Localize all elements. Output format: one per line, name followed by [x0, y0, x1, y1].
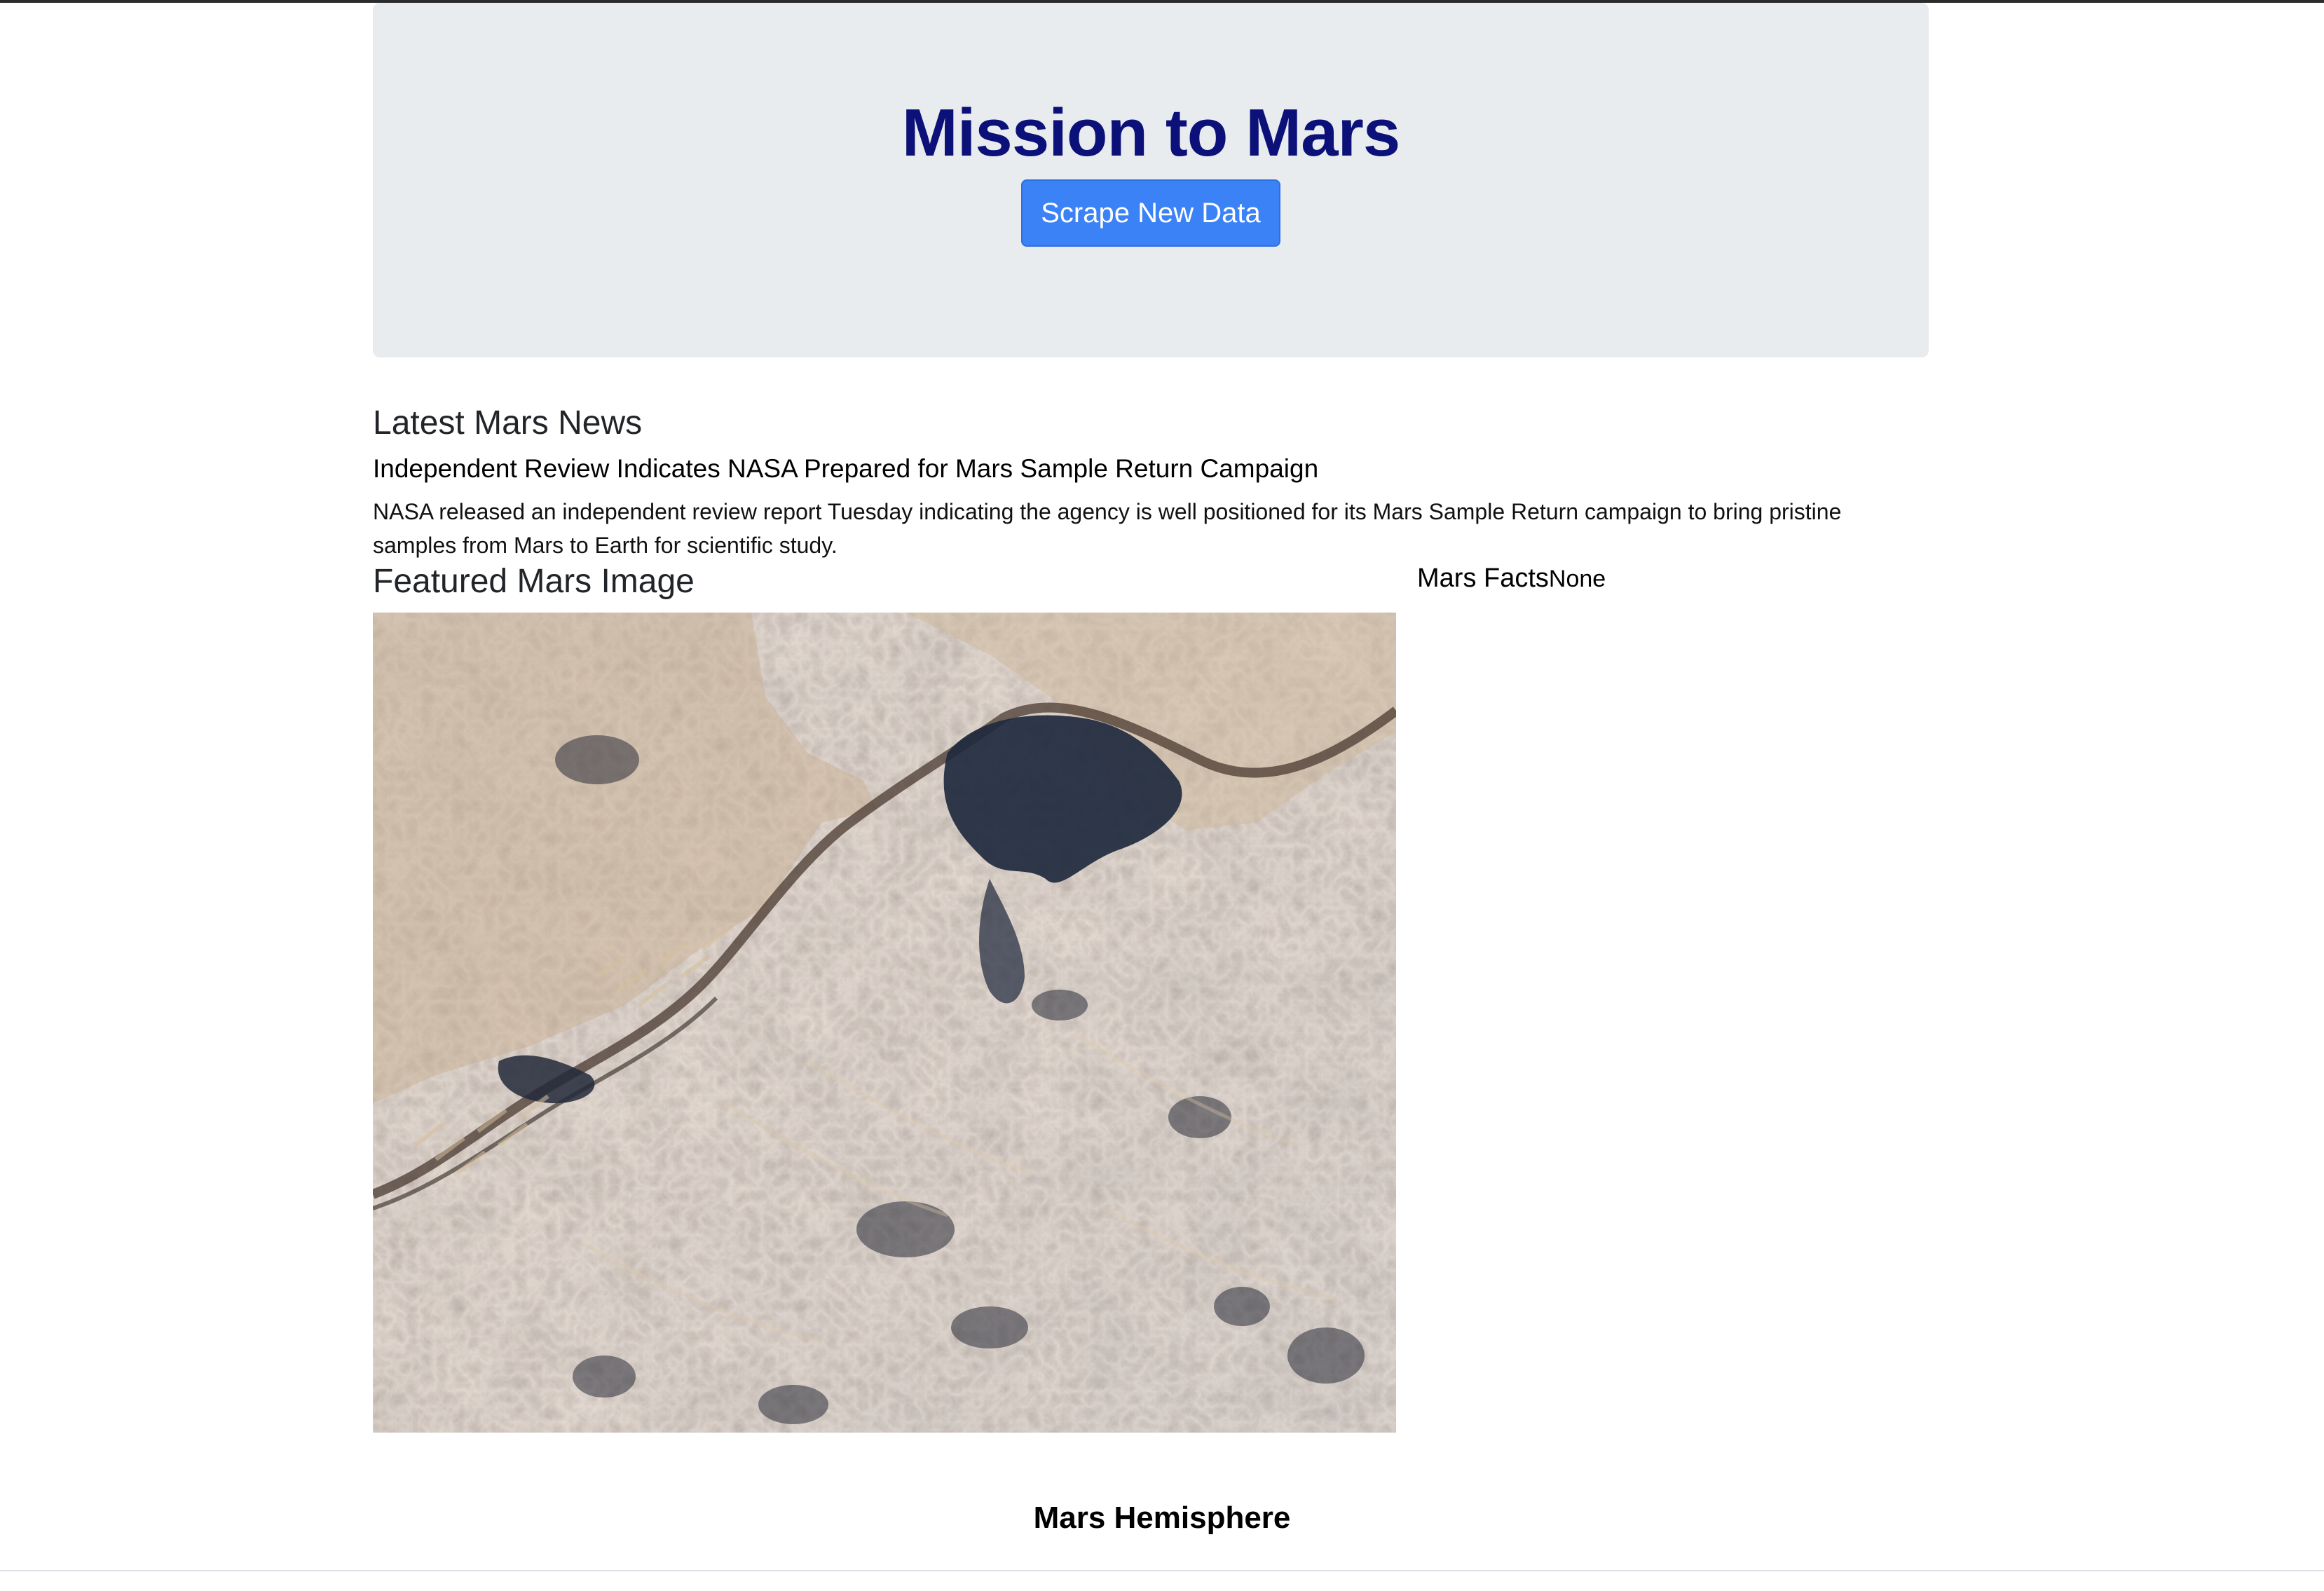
bottom-divider	[0, 1570, 2324, 1571]
jumbotron-header: Mission to Mars Scrape New Data	[373, 3, 1929, 357]
latest-news-heading: Latest Mars News	[373, 404, 643, 442]
mars-facts: Mars Facts None	[1417, 559, 1606, 597]
scrape-new-data-button[interactable]: Scrape New Data	[1021, 179, 1280, 247]
featured-image-heading: Featured Mars Image	[373, 563, 695, 600]
page-title: Mission to Mars	[901, 95, 1400, 170]
mars-facts-label: Mars Facts	[1417, 564, 1549, 593]
news-paragraph: NASA released an independent review repo…	[373, 499, 1842, 558]
mars-facts-value: None	[1548, 566, 1606, 592]
news-title: Independent Review Indicates NASA Prepar…	[373, 454, 1319, 483]
featured-mars-image	[373, 613, 1396, 1433]
mars-hemisphere-heading: Mars Hemisphere	[1033, 1501, 1291, 1535]
